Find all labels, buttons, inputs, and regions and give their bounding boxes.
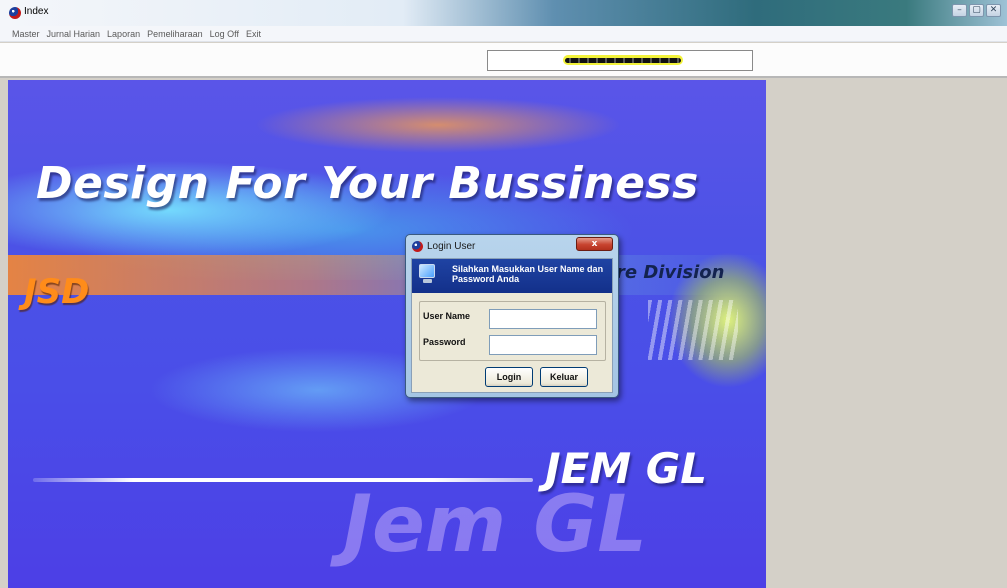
toolbar-strip [0, 43, 1007, 78]
menu-master[interactable]: Master [12, 29, 40, 39]
menu-exit[interactable]: Exit [246, 29, 261, 39]
minimize-button[interactable]: – [952, 4, 967, 17]
password-label: Password [423, 337, 466, 347]
menu-jurnal-harian[interactable]: Jurnal Harian [47, 29, 101, 39]
splash-image: Design For Your Bussiness JSD re Divisio… [8, 80, 766, 588]
computer-icon [417, 262, 439, 286]
dialog-message: Silahkan Masukkan User Name dan Password… [452, 264, 604, 284]
close-button[interactable]: ✕ [986, 4, 1001, 17]
window-title-bar[interactable]: Index – ▢ ✕ [0, 0, 1007, 26]
username-label: User Name [423, 311, 471, 321]
login-button[interactable]: Login [485, 367, 533, 387]
window-title: Index [24, 6, 49, 17]
mdi-background [767, 80, 1007, 588]
keluar-button[interactable]: Keluar [540, 367, 588, 387]
window-controls: – ▢ ✕ [952, 4, 1001, 17]
menu-pemeliharaan[interactable]: Pemeliharaan [147, 29, 203, 39]
splash-division: re Division [616, 262, 725, 283]
splash-product: JEM GL [545, 444, 707, 493]
password-input[interactable] [489, 335, 597, 355]
splash-product-watermark: Jem GL [343, 480, 648, 570]
splash-stripes [648, 300, 738, 360]
maximize-button[interactable]: ▢ [969, 4, 984, 17]
dialog-body: Silahkan Masukkan User Name dan Password… [411, 258, 613, 393]
login-dialog: Login User x Silahkan Masukkan User Name… [405, 234, 619, 398]
dialog-banner: Silahkan Masukkan User Name dan Password… [412, 259, 612, 293]
dialog-title-bar[interactable]: Login User x [406, 235, 618, 257]
redacted-scribble [565, 58, 681, 63]
splash-jsd: JSD [24, 272, 90, 312]
menu-log-off[interactable]: Log Off [210, 29, 239, 39]
status-field [487, 50, 753, 71]
dialog-title: Login User [427, 241, 476, 252]
app-logo-icon [9, 7, 21, 19]
menu-laporan[interactable]: Laporan [107, 29, 140, 39]
dialog-close-button[interactable]: x [576, 237, 613, 251]
username-input[interactable] [489, 309, 597, 329]
menu-bar: Master Jurnal Harian Laporan Pemeliharaa… [0, 26, 1007, 42]
app-logo-icon [412, 241, 423, 252]
splash-headline: Design For Your Bussiness [36, 158, 699, 209]
